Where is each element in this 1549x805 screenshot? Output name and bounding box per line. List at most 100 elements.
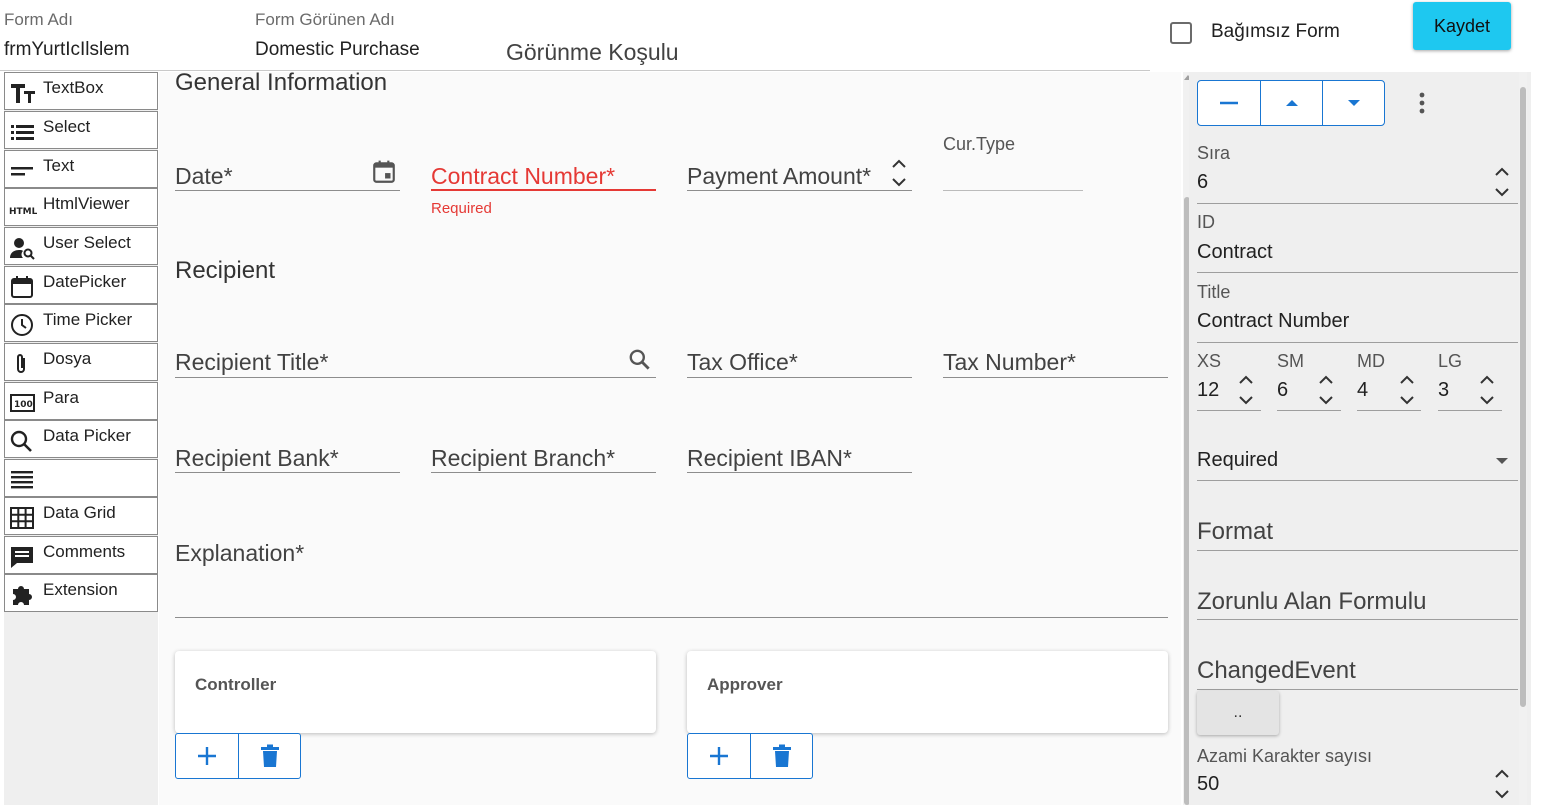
subject-icon xyxy=(11,471,33,489)
max-chars-input[interactable]: 50 xyxy=(1197,773,1219,796)
tool-time-picker[interactable]: Time Picker xyxy=(4,304,158,342)
properties-scrollbar[interactable] xyxy=(1519,72,1527,805)
independent-form-checkbox[interactable] xyxy=(1170,22,1192,44)
move-down-button[interactable] xyxy=(1322,81,1384,125)
changed-event-underline xyxy=(1197,689,1518,690)
tax-office-field[interactable]: Tax Office* xyxy=(687,349,798,376)
minus-icon xyxy=(1220,101,1238,105)
mandatory-formula-input[interactable]: Zorunlu Alan Formulu xyxy=(1197,588,1426,616)
explanation-field[interactable]: Explanation* xyxy=(175,540,304,567)
recipient-title-field[interactable]: Recipient Title* xyxy=(175,349,328,376)
format-underline xyxy=(1197,550,1518,551)
form-name-label: Form Adı xyxy=(4,10,73,29)
number-spinner-icon[interactable] xyxy=(890,157,908,191)
tool-label: Select xyxy=(43,117,91,136)
more-vertical-icon[interactable] xyxy=(1418,91,1426,115)
toolbox-panel: TextBox Select Text HTML HtmlViewer User… xyxy=(4,72,158,805)
search-icon[interactable] xyxy=(627,347,653,373)
svg-text:HTML: HTML xyxy=(9,207,37,217)
controller-delete-button[interactable] xyxy=(238,734,300,778)
text-format-icon xyxy=(11,84,35,103)
calendar-icon xyxy=(11,276,33,298)
tool-data-picker[interactable]: Data Picker xyxy=(4,420,158,458)
tool-label: User Select xyxy=(43,233,131,252)
dropdown-arrow-icon[interactable] xyxy=(1495,457,1509,465)
recipient-branch-field[interactable]: Recipient Branch* xyxy=(431,445,615,472)
tool-htmlviewer[interactable]: HTML HtmlViewer xyxy=(4,188,158,226)
tax-number-field[interactable]: Tax Number* xyxy=(943,349,1076,376)
save-button[interactable]: Kaydet xyxy=(1413,2,1511,50)
properties-scrollbar-thumb[interactable] xyxy=(1520,87,1526,707)
tool-data-grid[interactable]: Data Grid xyxy=(4,497,158,535)
puzzle-icon xyxy=(13,586,32,605)
sm-spinner-icon[interactable] xyxy=(1317,374,1335,408)
tool-textbox[interactable]: TextBox xyxy=(4,72,158,110)
order-button-group xyxy=(1197,80,1385,126)
tool-subject[interactable] xyxy=(4,459,158,497)
contract-number-field[interactable]: Contract Number* xyxy=(431,163,615,190)
md-label: MD xyxy=(1357,351,1385,371)
recipient-bank-field[interactable]: Recipient Bank* xyxy=(175,445,339,472)
id-underline xyxy=(1197,272,1518,273)
tool-para[interactable]: 100 Para xyxy=(4,382,158,420)
order-underline xyxy=(1197,203,1518,204)
format-input[interactable]: Format xyxy=(1197,518,1273,546)
title-input[interactable]: Contract Number xyxy=(1197,310,1349,333)
form-name-input[interactable]: frmYurtIcIlslem xyxy=(4,39,130,61)
tool-label: Time Picker xyxy=(43,310,133,329)
lg-spinner-icon[interactable] xyxy=(1478,374,1496,408)
recipient-iban-underline xyxy=(687,472,912,473)
cur-type-select[interactable] xyxy=(943,190,1083,191)
id-input[interactable]: Contract xyxy=(1197,241,1273,264)
tax-office-underline xyxy=(687,377,912,378)
move-up-button[interactable] xyxy=(1260,81,1322,125)
approver-add-button[interactable] xyxy=(688,734,750,778)
tool-label: Data Picker xyxy=(43,426,131,445)
payment-amount-field[interactable]: Payment Amount* xyxy=(687,163,871,190)
xs-input[interactable]: 12 xyxy=(1197,379,1219,402)
tool-label: Data Grid xyxy=(43,503,116,522)
xs-underline xyxy=(1197,410,1261,411)
remove-button[interactable] xyxy=(1198,81,1260,125)
id-label: ID xyxy=(1197,212,1215,232)
md-spinner-icon[interactable] xyxy=(1398,374,1416,408)
tool-label: HtmlViewer xyxy=(43,194,130,213)
tool-datepicker[interactable]: DatePicker xyxy=(4,266,158,304)
tool-extension[interactable]: Extension xyxy=(4,574,158,612)
form-display-input[interactable]: Domestic Purchase xyxy=(255,39,420,61)
order-spinner-icon[interactable] xyxy=(1493,166,1511,200)
approver-card: Approver xyxy=(687,651,1168,733)
search-icon xyxy=(10,430,32,452)
sm-input[interactable]: 6 xyxy=(1277,379,1288,402)
max-chars-spinner-icon[interactable] xyxy=(1493,768,1511,802)
tool-select[interactable]: Select xyxy=(4,111,158,149)
title-underline xyxy=(1197,342,1518,343)
required-select[interactable]: Required xyxy=(1197,449,1278,472)
arrow-down-icon xyxy=(1347,100,1360,106)
visibility-condition-input[interactable]: Görünme Koşulu xyxy=(506,39,679,66)
date-field[interactable]: Date* xyxy=(175,163,233,190)
controller-card: Controller xyxy=(175,651,656,733)
controller-add-button[interactable] xyxy=(176,734,238,778)
counter-icon: 100 xyxy=(10,394,35,412)
sm-underline xyxy=(1277,410,1341,411)
tool-text[interactable]: Text xyxy=(4,150,158,188)
tool-label: TextBox xyxy=(43,78,104,97)
md-input[interactable]: 4 xyxy=(1357,379,1368,402)
section-recipient: Recipient xyxy=(175,257,276,284)
tool-dosya[interactable]: Dosya xyxy=(4,343,158,381)
calendar-icon[interactable] xyxy=(371,159,397,185)
xs-spinner-icon[interactable] xyxy=(1237,374,1255,408)
approver-delete-button[interactable] xyxy=(750,734,812,778)
recipient-iban-field[interactable]: Recipient IBAN* xyxy=(687,445,852,472)
tool-user-select[interactable]: User Select xyxy=(4,227,158,265)
order-label: Sıra xyxy=(1197,143,1231,163)
mandatory-formula-underline xyxy=(1197,619,1518,620)
tool-comments[interactable]: Comments xyxy=(4,536,158,574)
lg-input[interactable]: 3 xyxy=(1438,379,1449,402)
header-underline xyxy=(0,70,1150,71)
order-input[interactable]: 6 xyxy=(1197,171,1208,194)
user-search-icon xyxy=(10,238,35,260)
changed-event-input[interactable]: ChangedEvent xyxy=(1197,657,1356,685)
changed-event-editor-button[interactable]: .. xyxy=(1197,691,1279,735)
